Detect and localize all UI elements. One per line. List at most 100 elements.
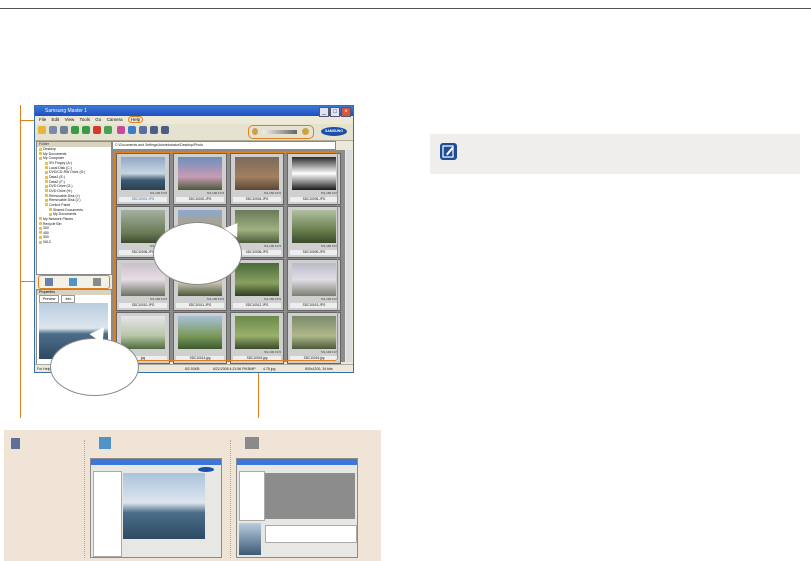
callout-leader	[258, 372, 259, 418]
folder-label: Desktop	[43, 147, 56, 151]
folder-label: Data2 (F:)	[49, 179, 65, 184]
folder-label: Removable Disk (J:)	[49, 198, 81, 203]
folder-icon	[49, 212, 52, 216]
folder-icon	[45, 198, 48, 202]
menu-go[interactable]: Go	[95, 117, 101, 122]
folder-item[interactable]: 0613	[37, 240, 111, 245]
top-rule	[0, 8, 811, 9]
folder-icon	[39, 152, 42, 156]
column-divider	[84, 440, 86, 558]
folder-label: 450	[43, 230, 49, 235]
folder-label: Shared Documents	[53, 207, 83, 212]
folder-icon	[45, 161, 48, 165]
folder-icon	[49, 208, 52, 212]
folder-icon	[39, 156, 42, 160]
delete-icon[interactable]	[93, 126, 101, 134]
folder-label: Removable Disk (I:)	[49, 193, 80, 198]
text-icon[interactable]	[150, 126, 158, 134]
mode-switcher	[38, 275, 110, 289]
folder-label: My Computer	[43, 156, 65, 161]
folder-icon	[45, 175, 48, 179]
folder-label: 3½ Floppy (A:)	[49, 160, 72, 165]
menu-view[interactable]: View	[65, 117, 75, 122]
folder-icon	[39, 231, 42, 235]
folder-icon	[39, 226, 42, 230]
callout-bubble	[50, 338, 139, 396]
zoom-in-icon[interactable]	[302, 128, 309, 135]
folder-icon	[39, 222, 42, 226]
rotate-right-icon[interactable]	[82, 126, 90, 134]
folder-icon	[39, 147, 42, 151]
movie-edit-mode-screenshot	[236, 458, 358, 558]
folder-icon	[45, 170, 48, 174]
menu-file[interactable]: File	[39, 117, 46, 122]
slideshow-icon[interactable]	[139, 126, 147, 134]
menu-help[interactable]: Help	[127, 116, 144, 123]
globe-icon[interactable]	[128, 126, 136, 134]
folder-icon	[39, 217, 42, 221]
menu-camera[interactable]: Camera	[107, 117, 123, 122]
path-bar[interactable]: C:\Documents and Settings\Administrator\…	[112, 141, 336, 150]
browser-mode-icon	[11, 438, 20, 449]
modes-panel	[4, 430, 381, 561]
edit-mode-icon[interactable]	[69, 278, 77, 286]
folder-label: 300	[43, 235, 49, 240]
status-format: BMP	[248, 367, 256, 371]
folder-label: 0613	[43, 240, 51, 245]
refresh-icon[interactable]	[104, 126, 112, 134]
camera-icon[interactable]	[60, 126, 68, 134]
folder-label: 300	[43, 226, 49, 231]
status-help: For Help	[37, 367, 51, 371]
folder-icon	[39, 240, 42, 244]
film-icon[interactable]	[161, 126, 169, 134]
folder-icon	[45, 180, 48, 184]
folder-label: My Documents	[43, 151, 67, 156]
tab-preview[interactable]: Preview	[39, 295, 60, 303]
folder-label: Local Disk (C:)	[49, 165, 72, 170]
folder-label: Control Panel	[49, 202, 71, 207]
zoom-control	[248, 125, 314, 139]
browser-mode-icon[interactable]	[45, 278, 53, 286]
pencil-note-icon	[440, 143, 457, 160]
palette-icon[interactable]	[117, 126, 125, 134]
folder-label: DVD Drive (H:)	[49, 188, 73, 193]
zoom-out-icon[interactable]	[252, 128, 258, 135]
folder-icon	[45, 194, 48, 198]
movie-edit-mode-icon	[245, 437, 259, 449]
callout-leader	[20, 105, 21, 418]
menu-bar: File Edit View Tools Go Camera Help	[35, 116, 353, 124]
folder-tree: Desktop My Documents My Computer 3½ Floppy …	[37, 147, 111, 245]
open-folder-icon[interactable]	[38, 126, 46, 134]
samsung-logo: SAMSUNG	[321, 127, 347, 136]
movie-edit-mode-icon[interactable]	[93, 278, 101, 286]
folder-tree-pane: Folder Desktop My Documents My Computer 3½ …	[36, 141, 112, 275]
tab-info[interactable]: Info	[61, 295, 76, 303]
column-divider	[230, 440, 232, 558]
status-date: 6/21/2008 4:21:56 PM	[213, 367, 248, 371]
status-size: 8/2.53KB	[185, 367, 200, 371]
folder-label: DVD Drive (G:)	[49, 184, 73, 189]
folder-icon	[45, 189, 48, 193]
note-box	[430, 134, 800, 174]
print-icon[interactable]	[49, 126, 57, 134]
rotate-left-icon[interactable]	[71, 126, 79, 134]
edit-mode-screenshot	[90, 458, 222, 558]
zoom-slider[interactable]	[263, 130, 297, 134]
folder-label: My Documents	[53, 212, 77, 217]
folder-icon	[39, 236, 42, 240]
folder-label: DVD/CD-RW Drive (D:)	[49, 170, 86, 175]
window-title: Samsung Master 1	[45, 108, 87, 114]
folder-icon	[45, 166, 48, 170]
folder-label: Recycle Bin	[43, 221, 62, 226]
status-file: 4.78 jpg	[263, 367, 276, 371]
folder-label: Data1 (E:)	[49, 174, 65, 179]
menu-edit[interactable]: Edit	[52, 117, 60, 122]
toolbar: SAMSUNG	[35, 124, 353, 141]
vertical-scrollbar[interactable]	[346, 150, 352, 362]
status-dims: 800x1200, 34 bits	[305, 367, 333, 371]
folder-icon	[45, 184, 48, 188]
folder-icon	[45, 203, 48, 207]
title-bar: Samsung Master 1 _ □ ×	[35, 106, 353, 117]
menu-tools[interactable]: Tools	[80, 117, 91, 122]
folder-label: My Network Places	[43, 216, 73, 221]
